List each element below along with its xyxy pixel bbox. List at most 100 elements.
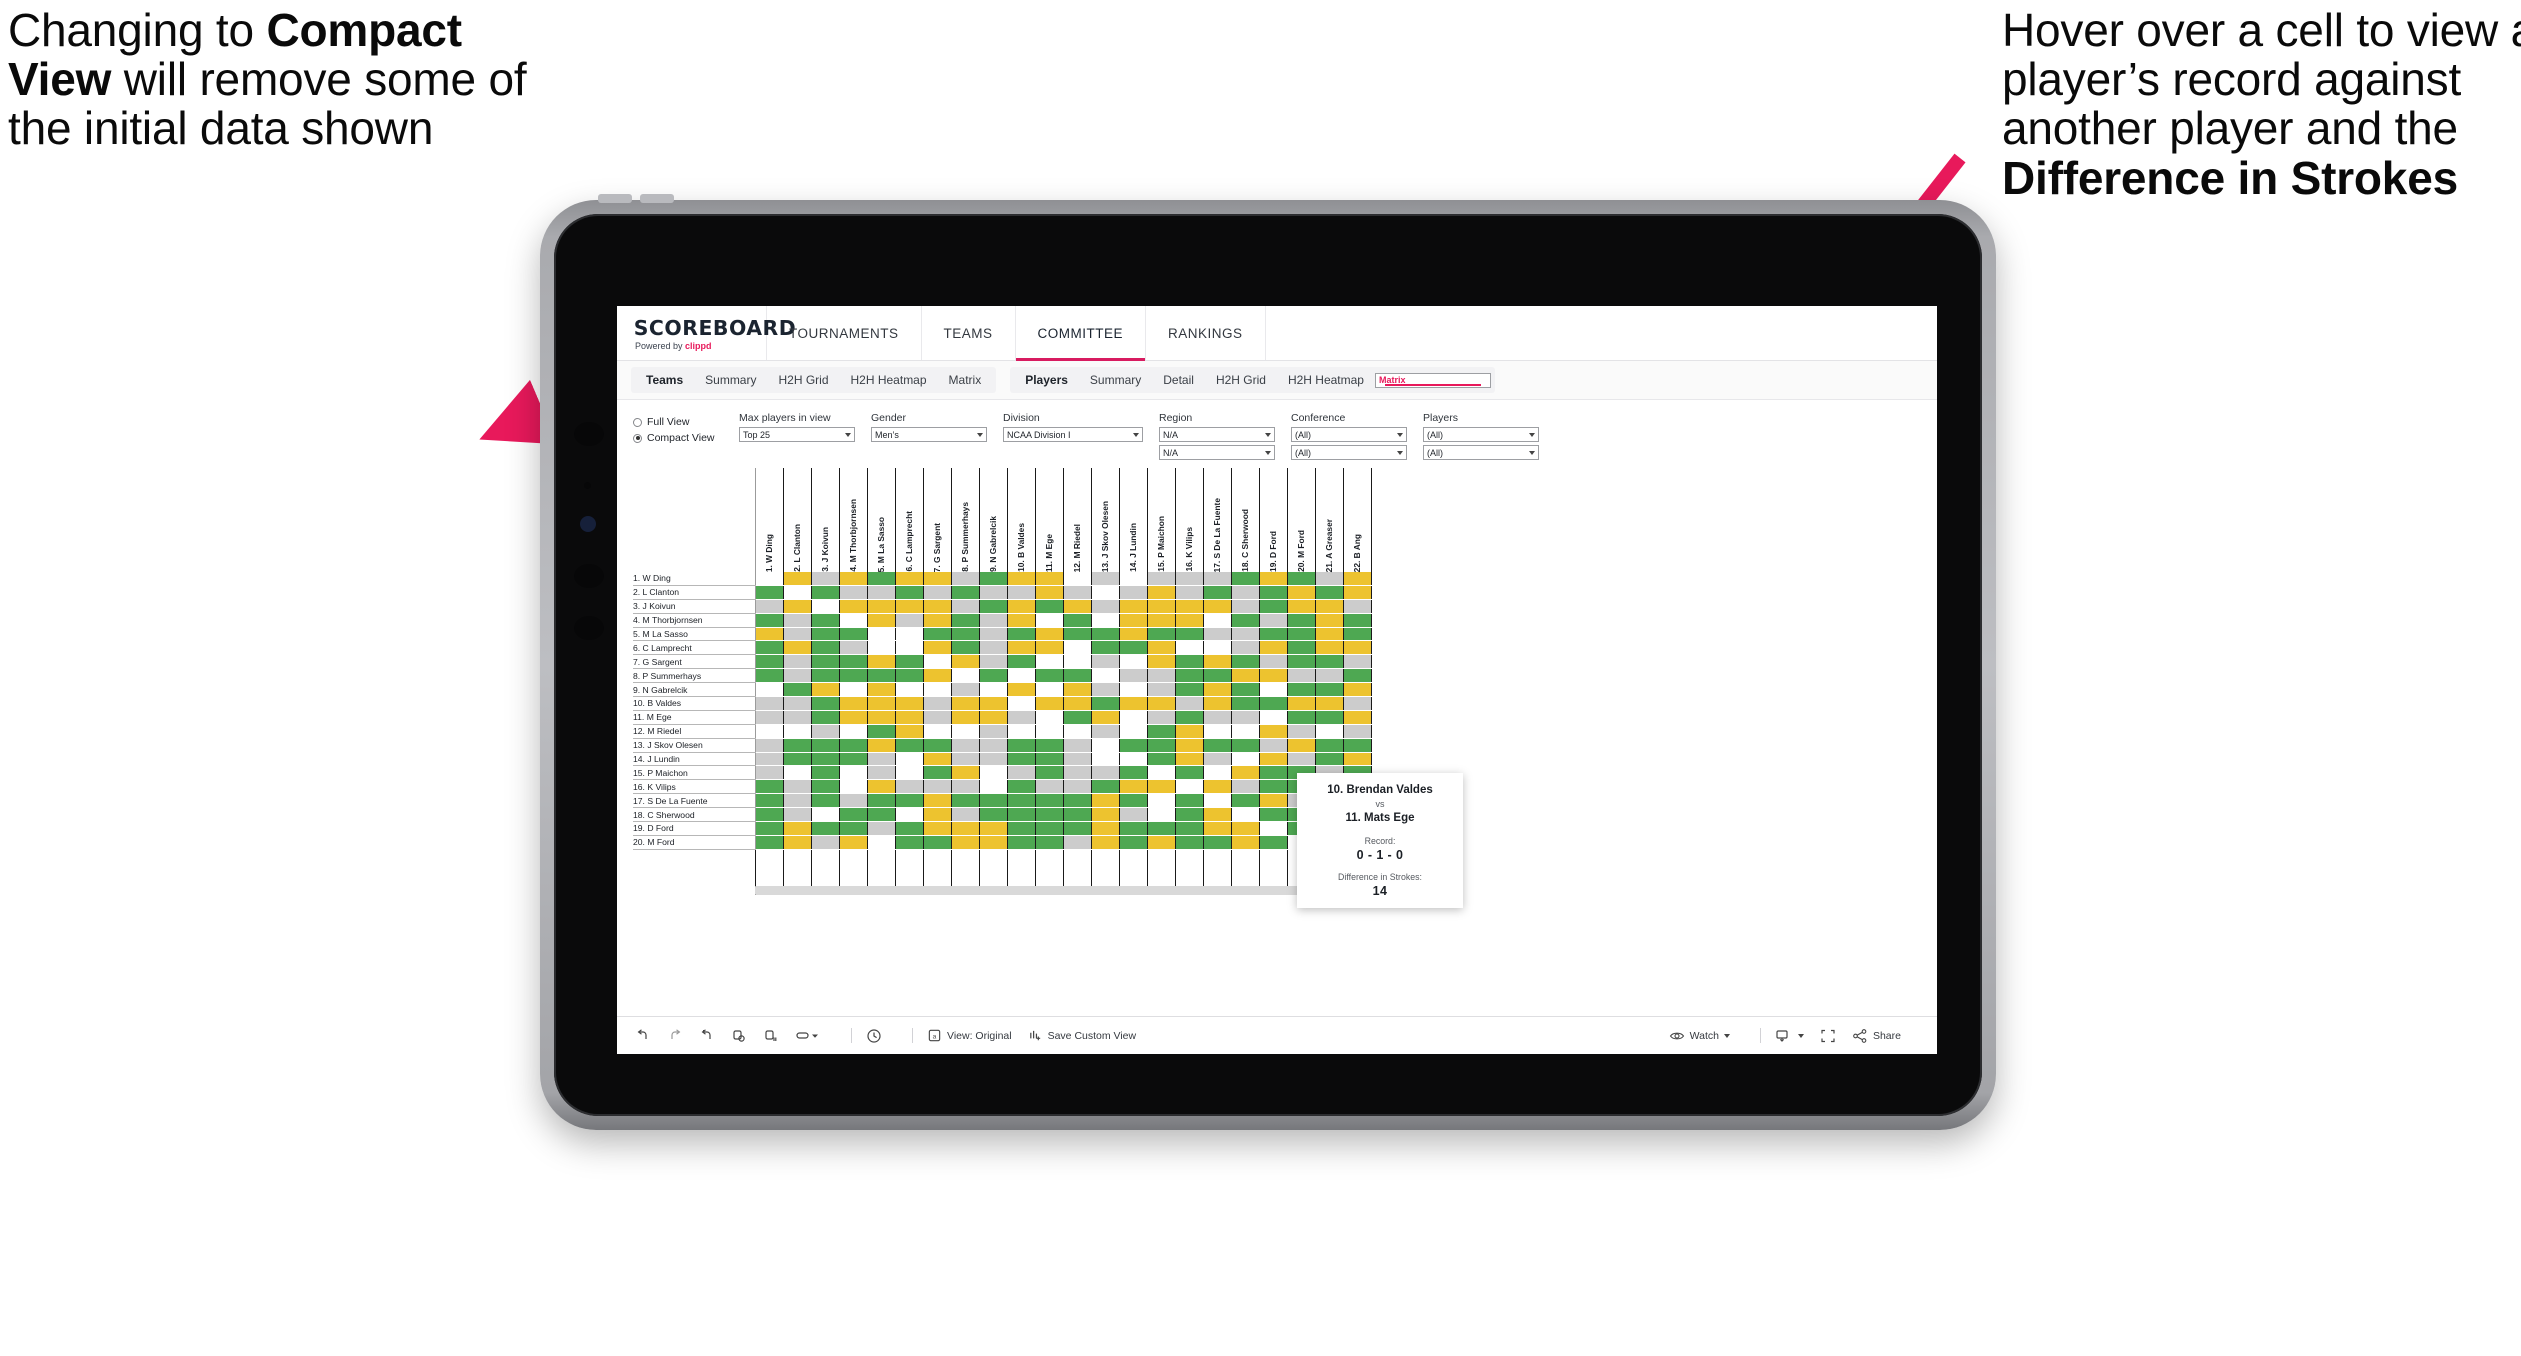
matrix-cell[interactable]	[895, 738, 924, 753]
matrix-cell[interactable]	[1035, 793, 1064, 809]
matrix-cell[interactable]	[1035, 572, 1064, 586]
matrix-cell[interactable]	[1119, 821, 1148, 836]
matrix-cell[interactable]	[867, 668, 896, 684]
matrix-cell[interactable]	[1343, 696, 1372, 711]
matrix-cell[interactable]	[811, 599, 840, 614]
matrix-cell[interactable]	[1063, 793, 1092, 809]
matrix-cell[interactable]	[839, 793, 868, 809]
matrix-cell[interactable]	[1175, 821, 1204, 836]
undo-button[interactable]	[635, 1028, 651, 1044]
matrix-cell[interactable]	[1315, 613, 1344, 628]
matrix-cell[interactable]	[1231, 668, 1260, 684]
matrix-cell[interactable]	[1287, 668, 1316, 684]
matrix-cell[interactable]	[811, 752, 840, 767]
matrix-cell[interactable]	[1063, 572, 1092, 586]
matrix-cell[interactable]	[1287, 627, 1316, 642]
matrix-cell[interactable]	[811, 696, 840, 711]
matrix-cell[interactable]	[951, 738, 980, 753]
matrix-cell[interactable]	[1343, 668, 1372, 684]
matrix-cell[interactable]	[811, 807, 840, 823]
matrix-cell[interactable]	[1007, 752, 1036, 767]
matrix-cell[interactable]	[755, 710, 784, 725]
matrix-cell[interactable]	[839, 724, 868, 739]
matrix-cell[interactable]	[979, 654, 1008, 670]
matrix-cell[interactable]	[1287, 640, 1316, 656]
matrix-cell[interactable]	[923, 585, 952, 600]
matrix-cell[interactable]	[979, 710, 1008, 725]
matrix-cell[interactable]	[755, 793, 784, 809]
matrix-cell[interactable]	[1231, 835, 1260, 850]
matrix-cell[interactable]	[1175, 724, 1204, 739]
subnav-teams-h2h-grid[interactable]: H2H Grid	[767, 367, 839, 393]
matrix-cell[interactable]	[1231, 724, 1260, 739]
matrix-cell[interactable]	[1259, 599, 1288, 614]
matrix-cell[interactable]	[755, 585, 784, 600]
matrix-cell[interactable]	[979, 765, 1008, 781]
matrix-cell[interactable]	[1147, 585, 1176, 600]
matrix-cell[interactable]	[867, 779, 896, 795]
matrix-cell[interactable]	[1315, 572, 1344, 586]
matrix-cell[interactable]	[923, 738, 952, 753]
conference-select-1[interactable]: (All)	[1291, 427, 1407, 442]
matrix-cell[interactable]	[1203, 835, 1232, 850]
matrix-cell[interactable]	[839, 696, 868, 711]
matrix-cell[interactable]	[839, 668, 868, 684]
matrix-cell[interactable]	[1007, 613, 1036, 628]
matrix-cell[interactable]	[839, 738, 868, 753]
matrix-cell[interactable]	[867, 682, 896, 698]
matrix-cell[interactable]	[755, 765, 784, 781]
matrix-cell[interactable]	[1175, 738, 1204, 753]
matrix-cell[interactable]	[1343, 710, 1372, 725]
pause-button[interactable]	[763, 1028, 779, 1044]
matrix-cell[interactable]	[979, 807, 1008, 823]
matrix-cell[interactable]	[783, 821, 812, 836]
matrix-cell[interactable]	[1315, 627, 1344, 642]
matrix-cell[interactable]	[1119, 696, 1148, 711]
matrix-cell[interactable]	[1203, 599, 1232, 614]
matrix-cell[interactable]	[1147, 807, 1176, 823]
matrix-cell[interactable]	[979, 696, 1008, 711]
matrix-cell[interactable]	[1315, 724, 1344, 739]
matrix-cell[interactable]	[1007, 599, 1036, 614]
matrix-cell[interactable]	[783, 572, 812, 586]
matrix-cell[interactable]	[979, 724, 1008, 739]
matrix-cell[interactable]	[783, 668, 812, 684]
matrix-cell[interactable]	[923, 682, 952, 698]
matrix-cell[interactable]	[755, 613, 784, 628]
matrix-cell[interactable]	[895, 654, 924, 670]
matrix-cell[interactable]	[895, 752, 924, 767]
matrix-cell[interactable]	[783, 835, 812, 850]
matrix-cell[interactable]	[1343, 724, 1372, 739]
region-select-2[interactable]: N/A	[1159, 445, 1275, 460]
matrix-cell[interactable]	[811, 682, 840, 698]
matrix-cell[interactable]	[1007, 585, 1036, 600]
matrix-cell[interactable]	[867, 613, 896, 628]
matrix-cell[interactable]	[1035, 668, 1064, 684]
matrix-cell[interactable]	[755, 724, 784, 739]
matrix-cell[interactable]	[979, 627, 1008, 642]
matrix-cell[interactable]	[923, 599, 952, 614]
matrix-cell[interactable]	[1231, 793, 1260, 809]
matrix-cell[interactable]	[839, 821, 868, 836]
matrix-cell[interactable]	[1231, 640, 1260, 656]
matrix-cell[interactable]	[1091, 807, 1120, 823]
matrix-cell[interactable]	[1091, 724, 1120, 739]
matrix-cell[interactable]	[1315, 682, 1344, 698]
matrix-cell[interactable]	[811, 793, 840, 809]
matrix-cell[interactable]	[811, 572, 840, 586]
matrix-cell[interactable]	[1063, 779, 1092, 795]
radio-compact-view[interactable]: Compact View	[633, 430, 723, 446]
matrix-cell[interactable]	[1091, 793, 1120, 809]
matrix-cell[interactable]	[755, 807, 784, 823]
matrix-cell[interactable]	[1287, 738, 1316, 753]
matrix-cell[interactable]	[1175, 765, 1204, 781]
matrix-cell[interactable]	[1091, 738, 1120, 753]
matrix-cell[interactable]	[1175, 835, 1204, 850]
matrix-cell[interactable]	[1203, 640, 1232, 656]
matrix-cell[interactable]	[1063, 585, 1092, 600]
matrix-cell[interactable]	[811, 821, 840, 836]
matrix-cell[interactable]	[1119, 710, 1148, 725]
matrix-cell[interactable]	[1035, 821, 1064, 836]
matrix-cell[interactable]	[979, 682, 1008, 698]
matrix-cell[interactable]	[1203, 724, 1232, 739]
